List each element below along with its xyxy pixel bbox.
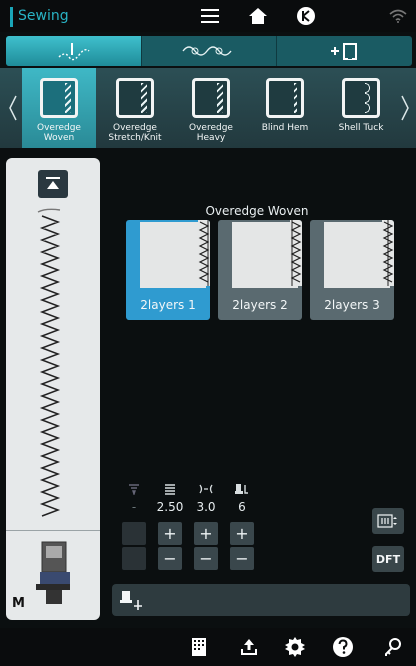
tension-increase-button[interactable] xyxy=(122,522,146,545)
option-label: 2layers 1 xyxy=(140,298,196,312)
option-2layers-3[interactable]: 2layers 3 xyxy=(310,220,394,320)
option-2layers-2[interactable]: 2layers 2 xyxy=(218,220,302,320)
decorative-pattern-icon xyxy=(182,46,232,56)
foot-pressure-value: 6 xyxy=(238,500,246,514)
pressure-decrease-button[interactable]: − xyxy=(230,547,254,570)
home-icon[interactable] xyxy=(244,4,272,28)
stitch-width-icon xyxy=(194,482,218,496)
tension-value: - xyxy=(131,500,137,514)
stitch-thumbnail xyxy=(116,78,154,118)
jog-icon[interactable] xyxy=(292,4,320,28)
scroll-top-icon xyxy=(46,177,60,189)
scroll-left-arrow-icon[interactable] xyxy=(4,90,22,126)
stitch-preview-panel: M xyxy=(6,158,100,620)
menu-icon[interactable] xyxy=(196,4,224,28)
option-label: 2layers 2 xyxy=(232,298,288,312)
stitch-thumbnail xyxy=(266,78,304,118)
pressure-increase-button[interactable]: + xyxy=(230,522,254,545)
stitch-selector: Overedge Woven Overedge Stretch/Knit Ove… xyxy=(0,68,416,148)
settings-gear-icon[interactable] xyxy=(282,634,308,660)
stitch-thumbnail xyxy=(342,78,380,118)
quick-help-icon[interactable] xyxy=(380,634,406,660)
stitch-info-bar xyxy=(112,584,410,616)
length-decrease-button[interactable]: − xyxy=(158,547,182,570)
width-increase-button[interactable]: + xyxy=(194,522,218,545)
scroll-to-top-button[interactable] xyxy=(38,170,68,198)
length-increase-button[interactable]: + xyxy=(158,522,182,545)
tab-utility-stitches[interactable] xyxy=(6,36,142,66)
stitch-preview-zigzag xyxy=(37,208,61,517)
stitch-label: Overedge Woven xyxy=(37,123,81,143)
tab-buttonholes[interactable] xyxy=(277,36,412,66)
stitch-shell-tuck[interactable]: Shell Tuck xyxy=(324,68,398,148)
fabric-preview xyxy=(324,222,390,288)
preview-divider xyxy=(6,530,100,531)
stitch-label: Overedge Heavy xyxy=(189,123,233,143)
help-icon[interactable] xyxy=(330,634,356,660)
stitch-label: Blind Hem xyxy=(261,123,309,133)
presser-foot-lift-icon[interactable] xyxy=(118,588,144,612)
stitch-label: Shell Tuck xyxy=(338,123,384,133)
tension-decrease-button[interactable] xyxy=(122,547,146,570)
presser-foot-label: M xyxy=(12,596,25,611)
option-label: 2layers 3 xyxy=(324,298,380,312)
buttonhole-icon xyxy=(330,43,357,60)
stitch-width-value: 3.0 xyxy=(196,500,216,514)
overedge-stitch-icon xyxy=(198,220,210,286)
wifi-icon[interactable] xyxy=(384,4,412,28)
stitch-overedge-woven[interactable]: Overedge Woven xyxy=(22,68,96,148)
option-2layers-1[interactable]: 2layers 1 xyxy=(126,220,210,320)
dft-button[interactable]: DFT xyxy=(372,546,404,572)
presser-foot-pressure-icon xyxy=(230,482,254,496)
stitch-length-icon xyxy=(158,482,182,496)
stitch-thumbnail xyxy=(192,78,230,118)
needle-stitch-icon xyxy=(58,43,90,61)
fabric-preview xyxy=(140,222,206,288)
presser-foot-icon xyxy=(36,538,76,608)
stitch-editor-icon[interactable] xyxy=(186,634,212,660)
tab-decorative-stitches[interactable] xyxy=(142,36,278,66)
stitch-category-tabs xyxy=(6,36,412,66)
stitch-thumbnail xyxy=(40,78,78,118)
title-accent-bar xyxy=(10,7,13,27)
width-decrease-button[interactable]: − xyxy=(194,547,218,570)
overedge-stitch-icon xyxy=(382,220,394,286)
selected-stitch-title: Overedge Woven xyxy=(205,204,309,218)
app-title: Sewing xyxy=(18,8,69,24)
stitch-length-value: 2.50 xyxy=(156,500,184,514)
overedge-stitch-icon xyxy=(290,220,302,286)
stitch-overedge-stretch-knit[interactable]: Overedge Stretch/Knit xyxy=(98,68,172,148)
thread-tension-icon xyxy=(122,482,146,496)
top-status-bar: Sewing xyxy=(0,0,416,32)
stitch-label: Overedge Stretch/Knit xyxy=(108,123,162,143)
scroll-right-arrow-icon[interactable] xyxy=(396,90,414,126)
stitch-overedge-heavy[interactable]: Overedge Heavy xyxy=(174,68,248,148)
stitch-position-icon xyxy=(377,514,397,528)
fabric-preview xyxy=(232,222,298,288)
stitch-position-button[interactable] xyxy=(372,508,404,534)
export-icon[interactable] xyxy=(236,634,262,660)
stitch-blind-hem[interactable]: Blind Hem xyxy=(248,68,322,148)
